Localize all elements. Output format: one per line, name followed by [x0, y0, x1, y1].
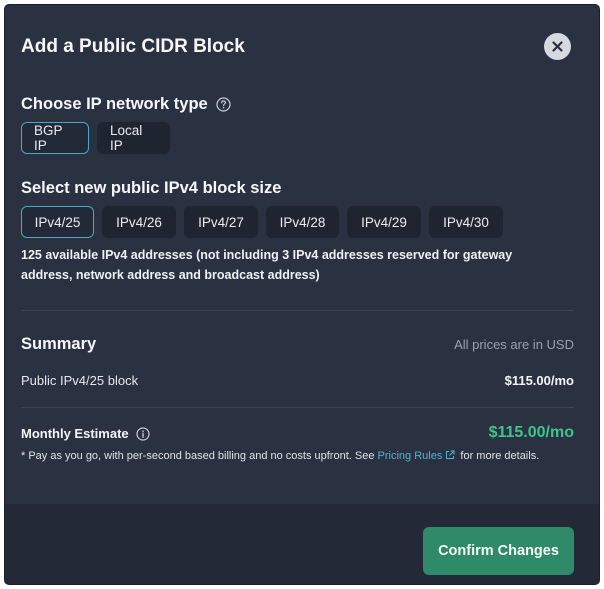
close-button[interactable] — [544, 33, 571, 60]
add-cidr-block-dialog: Add a Public CIDR Block Choose IP networ… — [5, 5, 599, 584]
dialog-header: Add a Public CIDR Block — [21, 33, 583, 63]
block-size-options: IPv4/25 IPv4/26 IPv4/27 IPv4/28 IPv4/29 … — [21, 206, 503, 238]
monthly-estimate-text: Monthly Estimate — [21, 426, 129, 441]
pricing-rules-link[interactable]: Pricing Rules — [378, 450, 458, 462]
block-size-heading-text: Select new public IPv4 block size — [21, 179, 282, 197]
block-size-option-ipv4-28[interactable]: IPv4/28 — [266, 206, 339, 238]
block-size-option-ipv4-30[interactable]: IPv4/30 — [429, 206, 503, 238]
section-divider — [21, 310, 574, 311]
fine-print-after: for more details. — [460, 450, 540, 462]
line-item-label: Public IPv4/25 block — [21, 373, 139, 388]
fine-print-before: * Pay as you go, with per-second based b… — [21, 450, 375, 462]
line-item-price: $115.00/mo — [504, 373, 574, 388]
help-icon[interactable] — [216, 96, 231, 112]
block-size-option-ipv4-27[interactable]: IPv4/27 — [184, 206, 258, 238]
close-icon — [552, 41, 563, 52]
network-type-options: BGP IP Local IP — [21, 122, 170, 154]
available-addresses-note: 125 available IPv4 addresses (not includ… — [21, 248, 513, 282]
block-size-option-ipv4-29[interactable]: IPv4/29 — [347, 206, 421, 238]
block-size-option-ipv4-26[interactable]: IPv4/26 — [102, 206, 176, 238]
monthly-estimate-label: Monthly Estimate — [21, 426, 150, 441]
monthly-estimate-price: $115.00/mo — [488, 424, 574, 441]
summary-heading: Summary — [21, 335, 97, 353]
dialog-title: Add a Public CIDR Block — [21, 36, 245, 57]
network-type-option-bgp-ip[interactable]: BGP IP — [21, 122, 89, 154]
block-size-option-ipv4-25[interactable]: IPv4/25 — [21, 206, 94, 238]
billing-fine-print: * Pay as you go, with per-second based b… — [21, 448, 551, 464]
network-type-heading: Choose IP network type — [21, 94, 231, 114]
external-link-icon[interactable] — [445, 450, 455, 460]
block-size-heading: Select new public IPv4 block size — [21, 178, 281, 198]
pricing-rules-link-text[interactable]: Pricing Rules — [378, 450, 443, 462]
network-type-heading-text: Choose IP network type — [21, 95, 208, 113]
currency-note: All prices are in USD — [454, 337, 574, 352]
summary-divider — [21, 407, 574, 408]
confirm-changes-button[interactable]: Confirm Changes — [423, 527, 574, 575]
dialog-footer: Confirm Changes — [5, 504, 599, 584]
network-type-option-local-ip[interactable]: Local IP — [97, 122, 170, 154]
info-icon[interactable] — [136, 426, 150, 441]
